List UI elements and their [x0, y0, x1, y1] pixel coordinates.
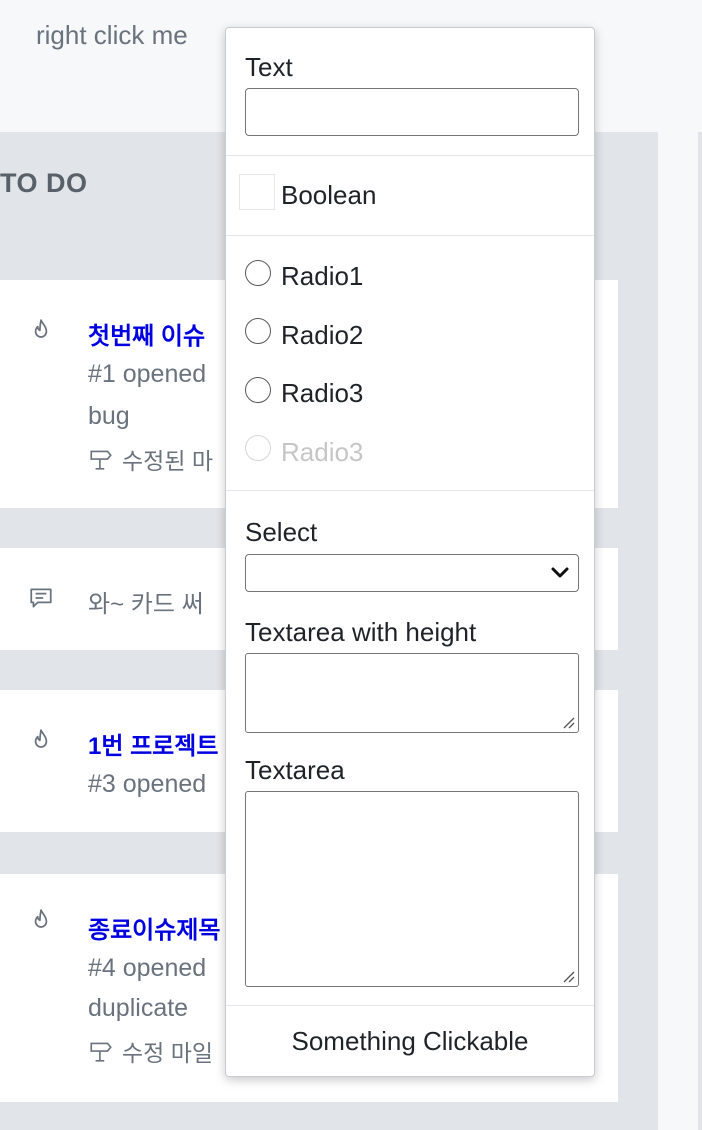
milestone-label: 수정 마일 [122, 1040, 214, 1066]
issue-title[interactable]: 1번 프로젝트 [88, 726, 218, 761]
boolean-checkbox[interactable] [239, 174, 275, 210]
radio-button-4-disabled [245, 435, 271, 461]
issue-meta: #4 opened [88, 954, 207, 982]
flame-icon [34, 729, 48, 748]
issue-title[interactable]: 종료이슈제목 [88, 910, 220, 945]
boolean-label[interactable]: Boolean [281, 180, 376, 211]
milestone-icon [90, 1042, 112, 1062]
radio-label-3[interactable]: Radio3 [281, 378, 363, 409]
divider [226, 155, 594, 156]
radio-label-2[interactable]: Radio2 [281, 320, 363, 351]
flame-icon [34, 909, 48, 928]
issue-milestone[interactable]: 수정 마일 [88, 1034, 213, 1068]
radio-button-2[interactable] [245, 318, 271, 344]
flame-icon [34, 319, 48, 338]
issue-milestone[interactable]: 수정된 마 [88, 442, 213, 476]
divider [226, 490, 594, 491]
next-column-edge [698, 132, 702, 1130]
select-dropdown[interactable] [245, 554, 579, 592]
radio-label-4-disabled: Radio3 [281, 437, 364, 467]
column-title: TO DO [0, 168, 88, 198]
textarea-height-label: Textarea with height [245, 617, 477, 647]
divider [226, 235, 594, 236]
issue-label[interactable]: duplicate [88, 994, 188, 1023]
project-board: right click me TO DO 첫번째 이슈 #1 opened bu… [0, 0, 702, 1130]
milestone-icon [90, 450, 112, 470]
context-menu: Text Boolean Radio1 Radio2 Radio3 Radio3… [225, 27, 595, 1077]
text-label: Text [245, 52, 293, 82]
resize-grip-icon[interactable] [561, 969, 575, 983]
something-clickable-button[interactable]: Something Clickable [226, 1006, 594, 1076]
comment-icon [30, 588, 52, 608]
issue-meta: #1 opened [88, 360, 207, 388]
textarea-with-height[interactable] [245, 653, 579, 733]
radio-button-1[interactable] [245, 260, 271, 286]
radio-button-3[interactable] [245, 377, 271, 403]
select-label: Select [245, 517, 318, 547]
note-text: 와~ 카드 써 [88, 584, 204, 619]
textarea[interactable] [245, 791, 579, 987]
right-click-target[interactable]: right click me [36, 20, 188, 51]
issue-label[interactable]: bug [88, 402, 130, 431]
textarea-label: Textarea [245, 755, 345, 785]
milestone-label: 수정된 마 [122, 448, 214, 474]
radio-label-1[interactable]: Radio1 [281, 261, 363, 292]
chevron-down-icon [551, 567, 569, 578]
resize-grip-icon[interactable] [561, 715, 575, 729]
issue-meta: #3 opened [88, 770, 207, 798]
text-input[interactable] [245, 88, 579, 136]
note-content: 와~ 카드 써 [88, 591, 204, 618]
issue-title[interactable]: 첫번째 이슈 [88, 316, 205, 351]
